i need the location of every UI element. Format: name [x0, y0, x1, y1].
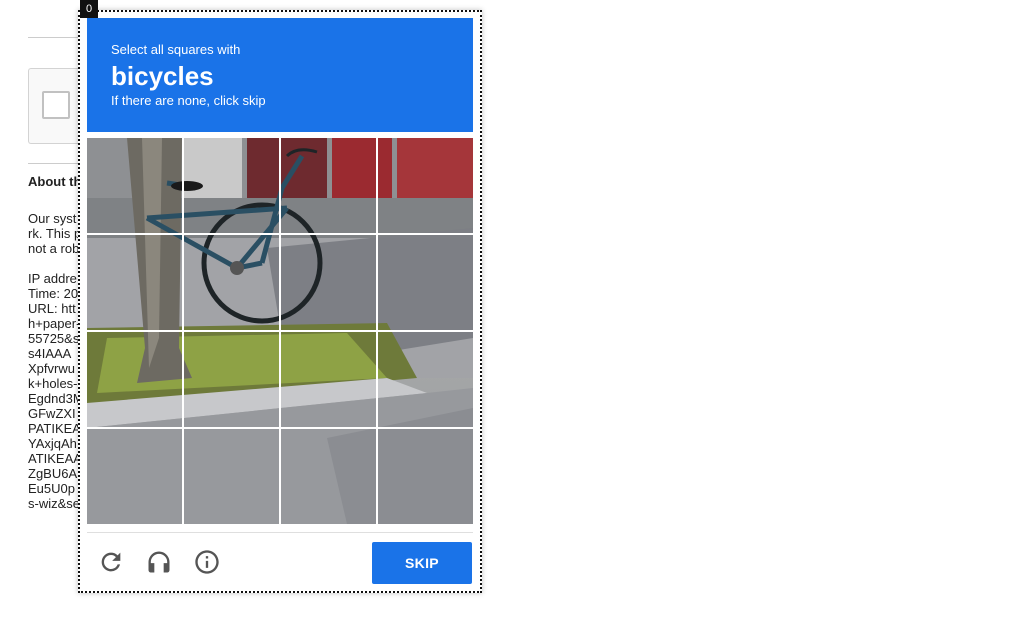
tile-grid: [87, 138, 473, 524]
reload-button[interactable]: [96, 547, 126, 577]
about-text-line: ZgBU6A: [28, 466, 78, 481]
tile-r1c4[interactable]: [376, 138, 473, 235]
about-text-line: ATIKEAA: [28, 451, 82, 466]
tile-r3c4[interactable]: [376, 330, 473, 429]
about-text-line: Egdnd3M: [28, 391, 84, 406]
about-text-line: 55725&s: [28, 331, 80, 346]
divider: [28, 37, 78, 38]
about-text-line: PATIKEA: [28, 421, 81, 436]
challenge-header: Select all squares with bicycles If ther…: [87, 18, 473, 132]
tile-r4c1[interactable]: [87, 427, 184, 524]
skip-button[interactable]: SKIP: [372, 542, 472, 584]
tile-r3c2[interactable]: [182, 330, 281, 429]
target-keyword: bicycles: [111, 61, 214, 91]
page: About th Our syst rk. This p not a rob IP a…: [0, 0, 1024, 629]
tile-r2c2[interactable]: [182, 233, 281, 332]
recaptcha-checkbox[interactable]: [42, 91, 70, 119]
frame-index-badge: 0: [80, 0, 98, 18]
tile-r4c2[interactable]: [182, 427, 281, 524]
about-text-line: s-wiz&se: [28, 496, 81, 511]
about-text-line: Xpfvrwu: [28, 361, 75, 376]
about-text-line: not a rob: [28, 241, 80, 256]
about-text-line: s4IAAA: [28, 346, 72, 361]
about-text-line: URL: htt: [28, 301, 76, 316]
about-text-line: h+paper-: [28, 316, 81, 331]
tile-r1c2[interactable]: [182, 138, 281, 235]
tile-r1c3[interactable]: [279, 138, 378, 235]
about-text-line: GFwZXI: [28, 406, 76, 421]
about-text-line: k+holes-: [28, 376, 78, 391]
tile-r2c1[interactable]: [87, 233, 184, 332]
audio-challenge-button[interactable]: [144, 547, 174, 577]
about-heading: About th: [28, 174, 82, 189]
tile-r3c1[interactable]: [87, 330, 184, 429]
instruction-text: Select all squares with: [111, 42, 241, 57]
about-text-line: Our syst: [28, 211, 77, 226]
tile-r2c3[interactable]: [279, 233, 378, 332]
divider: [28, 163, 78, 164]
captcha-challenge-dialog: Select all squares with bicycles If ther…: [78, 10, 482, 593]
image-grid: [87, 138, 473, 524]
tile-r4c3[interactable]: [279, 427, 378, 524]
about-text-line: Time: 20: [28, 286, 79, 301]
help-button[interactable]: [192, 547, 222, 577]
headphones-icon: [148, 551, 170, 573]
tile-r3c3[interactable]: [279, 330, 378, 429]
footer-divider: [87, 532, 473, 533]
tile-r2c4[interactable]: [376, 233, 473, 332]
tile-r1c1[interactable]: [87, 138, 184, 235]
about-text-line: YAxjqAh: [28, 436, 77, 451]
about-text-line: IP addre: [28, 271, 77, 286]
reload-icon: [101, 552, 121, 572]
about-text-line: rk. This p: [28, 226, 82, 241]
about-text-line: Eu5U0p: [28, 481, 75, 496]
info-icon: [195, 550, 219, 574]
tile-r4c4[interactable]: [376, 427, 473, 524]
skip-hint: If there are none, click skip: [111, 93, 266, 108]
